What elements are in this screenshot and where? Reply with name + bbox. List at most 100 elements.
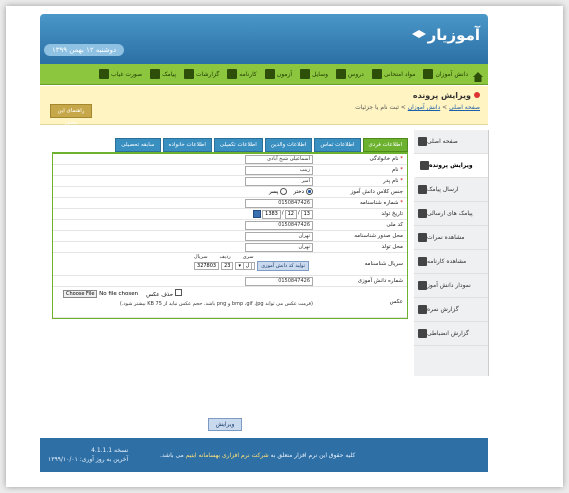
app-logo: آموزیار — [427, 26, 480, 44]
serial-label: سریال شناسنامه — [364, 261, 403, 267]
menu-item-exam-materials[interactable]: مواد امتحانی — [371, 69, 415, 79]
sidebar-item-grade-report[interactable]: گزارش نمره — [414, 298, 488, 322]
submit-edit-button[interactable]: ویرایش — [208, 418, 242, 431]
radio-male[interactable] — [280, 188, 288, 195]
envelope-icon — [150, 69, 161, 79]
date-display: دوشنبه ۱۲ بهمن ۱۳۹۹ — [44, 44, 125, 56]
help-button[interactable]: راهنمای این بخش — [50, 104, 92, 126]
student-icon — [423, 69, 434, 79]
chart-icon — [184, 69, 195, 79]
form-row: * شماره شناسنامه 0150847426 — [53, 198, 407, 209]
serial-number-field[interactable]: 327803 — [194, 262, 220, 270]
menu-item-equipment[interactable]: وسایل — [300, 69, 328, 79]
calendar-icon[interactable] — [253, 210, 262, 218]
birth-place-field[interactable]: تهران — [245, 243, 313, 252]
choose-file-button[interactable]: Choose File — [63, 289, 98, 298]
sidebar-item-home[interactable]: صفحه اصلی — [414, 130, 488, 154]
serial-number-head: سریال — [194, 254, 208, 260]
profile-form: * نام خانوادگی اسماعیلی شیخ آبادی * نام … — [52, 152, 408, 319]
menu-item-attendance[interactable]: صورت غیاب — [99, 69, 142, 79]
file-status: No file chosen — [99, 290, 139, 297]
tab-family-info[interactable]: اطلاعات خانواده — [162, 138, 212, 152]
sidebar-item-report-card[interactable]: مشاهده کارنامه — [414, 250, 488, 274]
birth-year-field[interactable]: 1383 — [262, 210, 281, 219]
birth-date-label: تاریخ تولد — [381, 211, 403, 217]
gender-female-option[interactable]: دختر — [293, 188, 313, 195]
form-row: محل صدور شناسنامه تهران — [53, 231, 407, 242]
materials-icon — [371, 69, 382, 79]
form-row: شماره دانش آموزی 0150847426 — [53, 276, 407, 287]
serial-row-field[interactable]: 23 — [221, 262, 234, 270]
sidebar-item-grades[interactable]: مشاهده نمرات — [414, 226, 488, 250]
tab-personal-info[interactable]: اطلاعات فردی — [362, 138, 408, 152]
footer: کلیه حقوق این نرم افزار متعلق به شرکت نر… — [40, 438, 488, 472]
family-name-field[interactable]: اسماعیلی شیخ آبادی — [245, 155, 313, 164]
tab-extra-info[interactable]: اطلاعات تکمیلی — [213, 138, 263, 152]
sidebar: صفحه اصلی ویرایش پرونده ارسال پیامک پیام… — [414, 130, 489, 376]
breadcrumb-students[interactable]: دانش آموزان — [408, 104, 441, 111]
equipment-icon — [300, 69, 311, 79]
edit-icon — [420, 161, 429, 170]
birth-date-field: 13/ 12/ 1383 — [253, 210, 313, 219]
birth-place-label: محل تولد — [381, 244, 403, 250]
national-code-label: کد ملی — [386, 222, 403, 228]
grades-icon — [418, 233, 427, 242]
page-title: ویرایش پرونده — [413, 91, 480, 100]
graduation-cap-icon — [412, 30, 426, 38]
sidebar-item-discipline-report[interactable]: گزارش انضباطی — [414, 322, 488, 346]
main-menu: دانش آموزان مواد امتحانی دروس وسایل آزمو… — [40, 64, 488, 85]
student-code-field[interactable]: 0150847426 — [245, 277, 313, 286]
home-icon[interactable] — [472, 68, 484, 82]
menu-item-report-card[interactable]: کارنامه — [227, 69, 257, 79]
menu-item-exam[interactable]: آزمون — [264, 69, 292, 79]
breadcrumb: صفحه اصلی > دانش آموزان > ثبت نام یا جزئ… — [355, 104, 480, 111]
message-icon — [418, 209, 427, 218]
book-icon — [336, 69, 347, 79]
line-chart-icon — [418, 281, 427, 290]
breadcrumb-current: ثبت نام یا جزئیات — [355, 104, 399, 111]
copyright: کلیه حقوق این نرم افزار متعلق به شرکت نر… — [160, 452, 356, 459]
form-row: سریال شناسنامه سریال ردیف سری 327803 23 … — [53, 253, 407, 276]
tab-parents-info[interactable]: اطلاعات والدین — [264, 138, 313, 152]
sidebar-item-sent-sms[interactable]: پیامک های ارسالی — [414, 202, 488, 226]
company-link[interactable]: شرکت نرم افزاری بهسامانه ابتیم — [186, 452, 269, 459]
birth-month-field[interactable]: 12 — [284, 210, 297, 219]
sidebar-item-send-sms[interactable]: ارسال پیامک — [414, 178, 488, 202]
menu-item-sms[interactable]: پیامک — [150, 69, 176, 79]
father-name-label: نام پدر — [383, 178, 399, 184]
send-icon — [418, 185, 427, 194]
user-icon — [418, 137, 427, 146]
menu-item-students[interactable]: دانش آموزان — [423, 69, 468, 79]
version-label: نسخه 4.1.1.1 — [91, 447, 129, 454]
birth-day-field[interactable]: 13 — [300, 210, 313, 219]
form-row: * نام زینب — [53, 165, 407, 176]
tab-education-history[interactable]: سابقه تحصیلی — [115, 138, 161, 152]
delete-photo-option[interactable]: حذف عکس — [146, 289, 183, 298]
family-name-label: نام خانوادگی — [369, 156, 399, 162]
radio-female[interactable] — [306, 188, 313, 195]
national-code-field[interactable]: 0150847426 — [245, 221, 313, 230]
menu-item-reports[interactable]: گزارشات — [184, 69, 219, 79]
delete-photo-checkbox[interactable] — [175, 289, 183, 296]
id-number-field[interactable]: 0150847426 — [245, 199, 313, 208]
sidebar-item-student-chart[interactable]: نمودار دانش آموز — [414, 274, 488, 298]
page-banner: ویرایش پرونده صفحه اصلی > دانش آموزان > … — [40, 86, 488, 126]
photo-upload: Choose File No file chosen حذف عکس (فرمت… — [63, 289, 313, 307]
file-picker[interactable]: Choose File No file chosen — [63, 289, 139, 298]
menu-item-lessons[interactable]: دروس — [336, 69, 364, 79]
issue-place-label: محل صدور شناسنامه — [354, 233, 403, 239]
generate-code-button[interactable]: تولید کد دانش آموزی — [257, 261, 309, 271]
serial-series-select[interactable]: ل ▾ — [235, 262, 256, 270]
tab-contact-info[interactable]: اطلاعات تماس — [314, 138, 361, 152]
form-row: کد ملی 0150847426 — [53, 220, 407, 231]
gender-male-option[interactable]: پسر — [269, 188, 288, 195]
gender-label: جنس کلاس دانش آموز — [350, 189, 403, 195]
issue-place-field[interactable]: تهران — [245, 232, 313, 241]
father-name-field[interactable]: امیر — [245, 177, 313, 186]
breadcrumb-home[interactable]: صفحه اصلی — [449, 104, 480, 111]
sidebar-item-edit-profile[interactable]: ویرایش پرونده — [414, 154, 488, 178]
form-row: تاریخ تولد 13/ 12/ 1383 — [53, 209, 407, 220]
version-info: نسخه 4.1.1.1 آخرین به روز آوری: ۱۳۹۹/۱۰/… — [48, 446, 128, 464]
name-label: نام — [391, 167, 399, 173]
name-field[interactable]: زینب — [245, 166, 313, 175]
